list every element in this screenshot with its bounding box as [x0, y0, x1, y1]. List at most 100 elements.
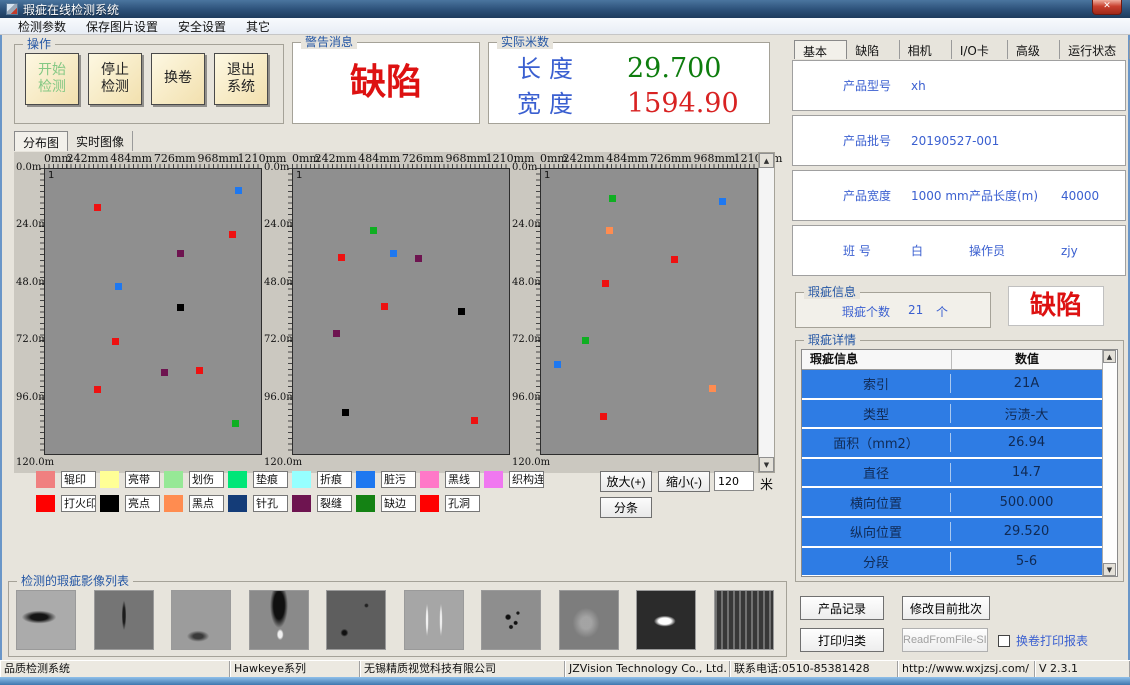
- read-from-file-button[interactable]: ReadFromFile-SIM: [902, 628, 988, 652]
- scroll-up-arrow-icon[interactable]: ▲: [759, 153, 774, 168]
- scatter-plot[interactable]: 1: [540, 168, 758, 455]
- legend-item: 亮带: [100, 471, 160, 488]
- defect-point[interactable]: [342, 409, 349, 416]
- scroll-down-arrow-icon[interactable]: ▼: [1103, 563, 1116, 576]
- legend-color-swatch: [164, 495, 183, 512]
- product-record-button[interactable]: 产品记录: [800, 596, 884, 620]
- defect-point[interactable]: [196, 367, 203, 374]
- scatter-plot[interactable]: 1: [44, 168, 262, 455]
- y-axis-tick: 24.0m: [512, 219, 542, 230]
- defect-thumbnail[interactable]: [16, 590, 76, 650]
- defect-point[interactable]: [471, 417, 478, 424]
- tab-相机控制[interactable]: 相机控制: [900, 40, 952, 59]
- defect-point[interactable]: [161, 369, 168, 376]
- tab-运行状态信息[interactable]: 运行状态信息: [1060, 40, 1130, 59]
- scroll-up-arrow-icon[interactable]: ▲: [1103, 350, 1116, 363]
- tab-缺陷列表[interactable]: 缺陷列表: [847, 40, 899, 59]
- op-button[interactable]: 开始 检测: [25, 53, 79, 105]
- defect-point[interactable]: [370, 227, 377, 234]
- menu-item-安全设置[interactable]: 安全设置: [168, 18, 236, 35]
- meter-name: 宽度: [517, 84, 627, 119]
- taskbar-sliver: [0, 677, 1130, 685]
- menu-item-其它[interactable]: 其它: [236, 18, 280, 35]
- table-row[interactable]: 类型污渍-大: [802, 400, 1102, 430]
- table-row[interactable]: 面积（mm2）26.94: [802, 429, 1102, 459]
- zoom-out-button[interactable]: 缩小(-): [658, 471, 710, 492]
- y-axis-tick: 96.0m: [16, 392, 46, 403]
- op-button[interactable]: 停止 检测: [88, 53, 142, 105]
- defect-point[interactable]: [606, 227, 613, 234]
- close-button[interactable]: ✕: [1092, 0, 1122, 15]
- defect-point[interactable]: [112, 338, 119, 345]
- table-scrollbar[interactable]: ▲ ▼: [1102, 350, 1117, 576]
- defect-point[interactable]: [602, 280, 609, 287]
- tab-基本信息[interactable]: 基本信息: [794, 40, 847, 59]
- scroll-down-arrow-icon[interactable]: ▼: [759, 457, 774, 472]
- menu-item-检测参数[interactable]: 检测参数: [8, 18, 76, 35]
- title-bar: 瑕疵在线检测系统 ✕: [0, 0, 1130, 18]
- table-row[interactable]: 索引21A: [802, 370, 1102, 400]
- defect-point[interactable]: [94, 204, 101, 211]
- length-input[interactable]: [714, 471, 754, 491]
- defect-thumbnail[interactable]: [636, 590, 696, 650]
- defect-thumbnail[interactable]: [171, 590, 231, 650]
- table-row[interactable]: 分段5-6: [802, 548, 1102, 576]
- op-button[interactable]: 换卷: [151, 53, 205, 105]
- legend-item: 黑线: [420, 471, 480, 488]
- defect-point[interactable]: [554, 361, 561, 368]
- defect-point[interactable]: [94, 386, 101, 393]
- defect-gallery-group: 检测的瑕疵影像列表: [8, 581, 787, 657]
- legend-color-swatch: [292, 495, 311, 512]
- defect-point[interactable]: [232, 420, 239, 427]
- defect-thumbnail[interactable]: [326, 590, 386, 650]
- defect-point[interactable]: [381, 303, 388, 310]
- plot-scrollbar[interactable]: ▲ ▼: [758, 152, 775, 473]
- defect-thumbnail[interactable]: [559, 590, 619, 650]
- actual-meters-group: 实际米数 长度29.700宽度1594.90: [488, 42, 770, 124]
- distribution-panel: 0mm242mm484mm726mm968mm1210mm0.0m24.0m48…: [262, 152, 510, 473]
- warning-group-label: 警告消息: [301, 35, 357, 49]
- defect-thumbnail[interactable]: [481, 590, 541, 650]
- scatter-plot[interactable]: 1: [292, 168, 510, 455]
- op-button[interactable]: 退出 系统: [214, 53, 268, 105]
- tab-实时图像[interactable]: 实时图像: [68, 131, 133, 151]
- defect-point[interactable]: [115, 283, 122, 290]
- defect-point[interactable]: [229, 231, 236, 238]
- defect-point[interactable]: [390, 250, 397, 257]
- defect-thumbnail[interactable]: [249, 590, 309, 650]
- split-button[interactable]: 分条: [600, 497, 652, 518]
- tab-I/O卡测试[interactable]: I/O卡测试: [952, 40, 1008, 59]
- status-cell: 无锡精质视觉科技有限公司: [360, 661, 565, 678]
- table-row[interactable]: 横向位置500.000: [802, 488, 1102, 518]
- menu-item-保存图片设置[interactable]: 保存图片设置: [76, 18, 168, 35]
- defect-thumbnail[interactable]: [94, 590, 154, 650]
- defect-point[interactable]: [415, 255, 422, 262]
- defect-point[interactable]: [177, 250, 184, 257]
- defect-point[interactable]: [458, 308, 465, 315]
- defect-point[interactable]: [600, 413, 607, 420]
- tab-高级设置[interactable]: 高级设置: [1008, 40, 1060, 59]
- defect-point[interactable]: [671, 256, 678, 263]
- modify-batch-button[interactable]: 修改目前批次: [902, 596, 990, 620]
- tab-分布图[interactable]: 分布图: [14, 131, 68, 151]
- defect-point[interactable]: [177, 304, 184, 311]
- table-row[interactable]: 纵向位置29.520: [802, 518, 1102, 548]
- y-axis-tick: 72.0m: [512, 334, 542, 345]
- print-classify-button[interactable]: 打印归类: [800, 628, 884, 652]
- defect-point[interactable]: [719, 198, 726, 205]
- defect-thumbnail[interactable]: [404, 590, 464, 650]
- defect-point[interactable]: [609, 195, 616, 202]
- defect-point[interactable]: [333, 330, 340, 337]
- legend-row: 打火印亮点黑点针孔裂缝缺边孔洞: [36, 495, 548, 512]
- legend-label: 黑线: [445, 471, 480, 488]
- defect-legend: 辊印亮带划伤垫痕折痕脏污黑线织构连线打火印亮点黑点针孔裂缝缺边孔洞: [36, 471, 548, 519]
- zoom-in-button[interactable]: 放大(+): [600, 471, 652, 492]
- y-axis-tick: 120.0m: [512, 457, 542, 468]
- defect-thumbnail[interactable]: [714, 590, 774, 650]
- defect-point[interactable]: [338, 254, 345, 261]
- table-row[interactable]: 直径14.7: [802, 459, 1102, 489]
- defect-point[interactable]: [235, 187, 242, 194]
- checkbox-icon[interactable]: [998, 635, 1010, 647]
- defect-point[interactable]: [582, 337, 589, 344]
- defect-point[interactable]: [709, 385, 716, 392]
